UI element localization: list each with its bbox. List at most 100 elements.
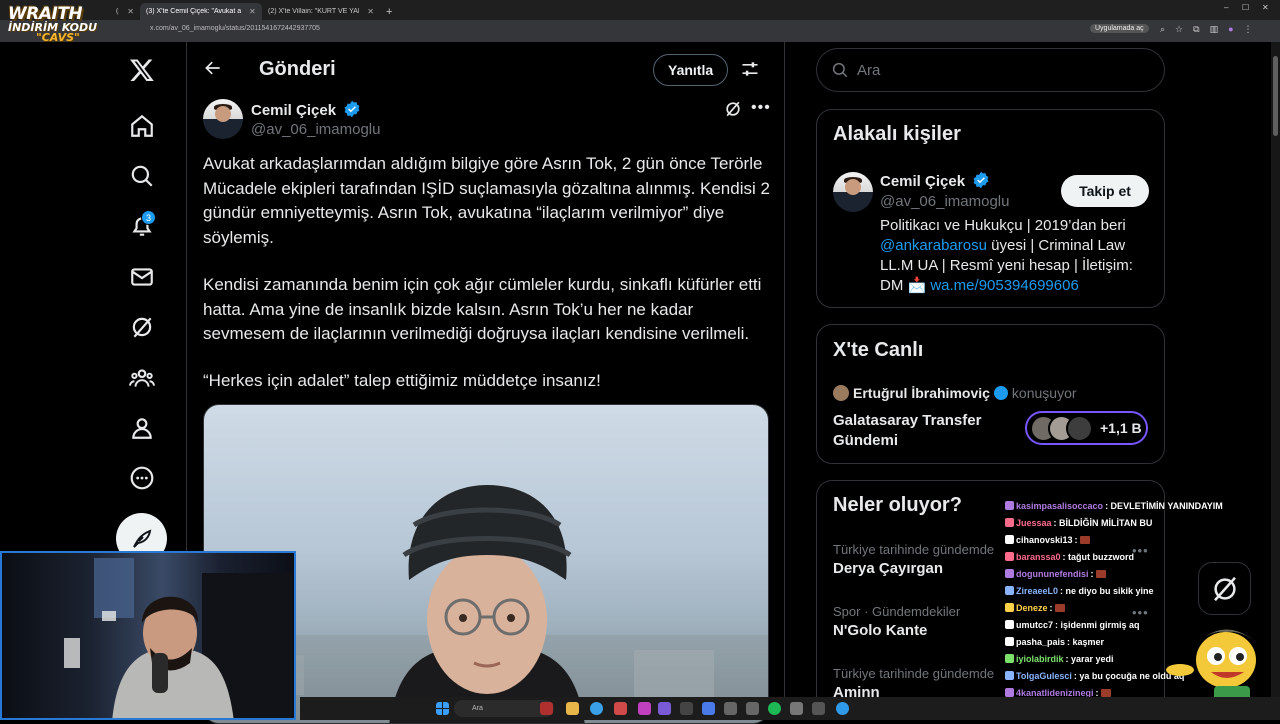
follow-button[interactable]: Takip et — [1061, 175, 1149, 207]
windows-start-icon[interactable] — [436, 702, 449, 715]
page-scrollbar[interactable] — [1271, 42, 1280, 697]
scrollbar-thumb[interactable] — [1273, 56, 1278, 136]
related-name-row[interactable]: Cemil Çiçek — [880, 171, 990, 190]
sliders-icon[interactable] — [740, 59, 760, 84]
trend-name[interactable]: N'Golo Kante — [833, 622, 927, 639]
search-input[interactable] — [857, 61, 1137, 79]
chat-username[interactable]: umutcc7 — [1016, 620, 1053, 630]
chat-text: : — [1049, 603, 1053, 613]
communities-icon[interactable] — [128, 364, 156, 392]
chat-badge-icon — [1005, 620, 1014, 629]
chat-badge-icon — [1005, 671, 1014, 680]
taskbar-search[interactable]: Ara — [454, 700, 554, 717]
grok-icon[interactable] — [128, 313, 156, 341]
chat-username[interactable]: iyiolabirdik — [1016, 654, 1064, 664]
browser-tab-3[interactable]: (2) X'te Villain: "KÜRT VE YAH ✕ — [262, 3, 380, 20]
related-name[interactable]: Cemil Çiçek — [880, 173, 965, 190]
profile-icon[interactable]: ● — [1228, 24, 1233, 35]
chat-username[interactable]: kasimpasalisoccaco — [1016, 501, 1103, 511]
home-icon[interactable] — [128, 112, 156, 140]
chat-username[interactable]: dogununefendisi — [1016, 569, 1089, 579]
chat-message: Juessaa: BİLDİĞİN MİLİTAN BU — [1005, 515, 1245, 532]
url-field[interactable]: x.com/av_06_imamoglu/status/201154167244… — [150, 25, 320, 32]
extensions-icon[interactable]: ⧉ — [1193, 24, 1199, 35]
window-close-icon[interactable]: ✕ — [1262, 3, 1269, 12]
file-explorer-icon[interactable] — [566, 702, 579, 715]
grok-floating-button[interactable] — [1198, 562, 1251, 615]
author-name[interactable]: Cemil Çiçek — [251, 102, 336, 119]
browser-tab-1[interactable]: (3) X'te Mahmut ... AK Parti mi ✕ — [110, 3, 140, 20]
close-icon[interactable]: ✕ — [249, 7, 256, 16]
grok-explain-icon[interactable] — [723, 99, 743, 124]
listeners-pill[interactable]: +1,1 B — [1025, 411, 1148, 445]
zoom-icon[interactable]: ⌕ — [1160, 24, 1165, 35]
trend-name[interactable]: Derya Çayırgan — [833, 560, 943, 577]
minimize-icon[interactable]: – — [1224, 3, 1228, 12]
author-handle[interactable]: @av_06_imamoglu — [251, 121, 380, 138]
taskbar-app-icon[interactable] — [790, 702, 803, 715]
chat-username[interactable]: cihanovski13 — [1016, 535, 1073, 545]
address-bar: x.com/av_06_imamoglu/status/201154167244… — [0, 20, 1280, 42]
live-topic[interactable]: Galatasaray Transfer Gündemi — [833, 411, 1013, 451]
close-icon[interactable]: ✕ — [367, 7, 374, 16]
taskbar-app-icon[interactable] — [836, 702, 849, 715]
post-paragraph-1: Avukat arkadaşlarımdan aldığım bilgiye g… — [203, 154, 770, 247]
sidepanel-icon[interactable]: ▥ — [1210, 24, 1219, 35]
verified-badge-icon — [973, 171, 989, 189]
more-dots-icon[interactable]: ••• — [751, 99, 771, 117]
taskbar-app-icon[interactable] — [746, 702, 759, 715]
chat-username[interactable]: TolgaGulesci — [1016, 671, 1072, 681]
taskbar-app-icon[interactable] — [702, 702, 715, 715]
maximize-icon[interactable]: ☐ — [1242, 3, 1249, 12]
tab-label: (2) X'te Villain: "KÜRT VE YAH — [268, 8, 360, 15]
messages-icon[interactable] — [128, 263, 156, 291]
chat-text: : — [1090, 569, 1094, 579]
reply-button[interactable]: Yanıtla — [653, 54, 729, 86]
menu-icon[interactable]: ⋮ — [1244, 24, 1253, 35]
x-logo-icon[interactable] — [128, 56, 156, 84]
discord-icon[interactable] — [658, 702, 671, 715]
related-handle[interactable]: @av_06_imamoglu — [880, 193, 1009, 210]
listener-count: +1,1 B — [1100, 420, 1142, 436]
open-in-app-button[interactable]: Uygulamada aç — [1090, 24, 1149, 33]
bio-link-ankarabarosu[interactable]: @ankarabarosu — [880, 237, 987, 254]
more-options-icon[interactable] — [128, 464, 156, 492]
chat-emote-icon — [1100, 689, 1111, 697]
taskbar-app-icon[interactable] — [638, 702, 651, 715]
chat-username[interactable]: Juessaa — [1016, 518, 1052, 528]
chat-username[interactable]: baranssa0 — [1016, 552, 1061, 562]
feather-icon — [132, 528, 151, 548]
chrome-icon[interactable] — [590, 702, 603, 715]
search-box[interactable] — [816, 48, 1165, 92]
related-avatar[interactable] — [833, 172, 873, 212]
bio-text-1: Politikacı ve Hukukçu | 2019’dan beri — [880, 217, 1126, 234]
close-icon[interactable]: ✕ — [127, 7, 134, 16]
bookmark-star-icon[interactable]: ☆ — [1175, 24, 1183, 35]
live-card[interactable]: X'te Canlı Ertuğrul İbrahimoviç konuşuyo… — [816, 324, 1165, 464]
chat-emote-icon — [1079, 536, 1090, 544]
trend-context: Spor · Gündemdekiler — [833, 604, 961, 619]
chat-badge-icon — [1005, 654, 1014, 663]
author-avatar[interactable] — [203, 99, 243, 139]
chat-username[interactable]: pasha_pais — [1016, 637, 1065, 647]
chat-username[interactable]: ZireaeeL0 — [1016, 586, 1058, 596]
chat-username[interactable]: Deneze — [1016, 603, 1048, 613]
profile-icon[interactable] — [128, 414, 156, 442]
trends-title: Neler oluyor? — [833, 494, 962, 516]
back-arrow-icon[interactable] — [203, 58, 223, 83]
taskbar-app-icon[interactable] — [680, 702, 693, 715]
verified-badge-icon — [344, 100, 360, 118]
notification-badge: 3 — [141, 210, 156, 225]
author-name-row[interactable]: Cemil Çiçek — [251, 100, 361, 119]
browser-tab-2[interactable]: (3) X'te Cemil Çiçek: "Avukat a ✕ — [140, 3, 262, 20]
bio-link-whatsapp[interactable]: wa.me/905394699606 — [930, 277, 1078, 294]
chat-emote-icon — [1095, 570, 1106, 578]
taskbar-app-icon[interactable] — [812, 702, 825, 715]
explore-icon[interactable] — [128, 162, 156, 190]
new-tab-button[interactable]: + — [380, 3, 398, 20]
taskbar-app-icon[interactable] — [724, 702, 737, 715]
taskbar-app-icon[interactable] — [540, 702, 553, 715]
chat-badge-icon — [1005, 688, 1014, 697]
taskbar-app-icon[interactable] — [614, 702, 627, 715]
spotify-icon[interactable] — [768, 702, 781, 715]
